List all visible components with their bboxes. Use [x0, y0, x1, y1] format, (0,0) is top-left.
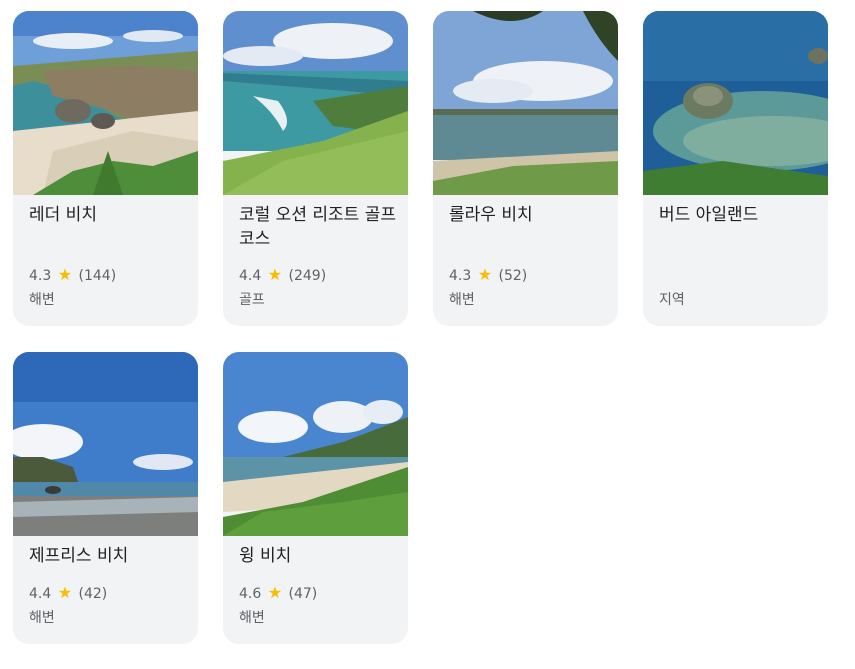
place-rating: 4.3 ★ (52): [449, 265, 527, 286]
place-photo: [13, 11, 198, 195]
place-card-lolau-beach[interactable]: 롤라우 비치 4.3 ★ (52) 해변: [433, 11, 618, 326]
place-photo: [223, 11, 408, 195]
star-icon: ★: [267, 265, 283, 284]
rating-value: 4.6: [239, 586, 262, 602]
place-photo: [223, 352, 408, 536]
review-count: (249): [288, 268, 327, 284]
place-rating: 4.6 ★ (47): [239, 583, 317, 604]
place-name: 롤라우 비치: [449, 205, 533, 225]
place-category: 해변: [239, 610, 265, 626]
place-name: 윙 비치: [239, 546, 292, 566]
place-name: 버드 아일랜드: [659, 205, 759, 225]
star-icon: ★: [57, 265, 73, 284]
place-name: 코럴 오션 리조트 골프 코스: [239, 205, 396, 249]
star-icon: ★: [477, 265, 493, 284]
place-rating: 4.3 ★ (144): [29, 265, 116, 286]
place-card-wing-beach[interactable]: 윙 비치 4.6 ★ (47) 해변: [223, 352, 408, 644]
review-count: (144): [78, 268, 117, 284]
review-count: (42): [78, 586, 108, 602]
place-category: 골프: [239, 292, 265, 308]
place-photo: [433, 11, 618, 195]
place-card-jeffreys-beach[interactable]: 제프리스 비치 4.4 ★ (42) 해변: [13, 352, 198, 644]
review-count: (52): [498, 268, 528, 284]
place-card-coral-ocean-golf[interactable]: 코럴 오션 리조트 골프 코스 4.4 ★ (249) 골프: [223, 11, 408, 326]
place-name: 레더 비치: [29, 205, 97, 225]
place-card-bird-island[interactable]: 버드 아일랜드 지역: [643, 11, 828, 326]
place-category: 해변: [449, 292, 475, 308]
place-photo: [13, 352, 198, 536]
place-category: 해변: [29, 610, 55, 626]
rating-value: 4.4: [29, 586, 52, 602]
place-category: 지역: [659, 292, 685, 308]
place-rating: 4.4 ★ (42): [29, 583, 107, 604]
rating-value: 4.3: [449, 268, 472, 284]
star-icon: ★: [57, 583, 73, 602]
place-card-ladder-beach[interactable]: 레더 비치 4.3 ★ (144) 해변: [13, 11, 198, 326]
rating-value: 4.3: [29, 268, 52, 284]
place-rating: 4.4 ★ (249): [239, 265, 326, 286]
place-category: 해변: [29, 292, 55, 308]
review-count: (47): [288, 586, 318, 602]
rating-value: 4.4: [239, 268, 262, 284]
star-icon: ★: [267, 583, 283, 602]
place-name: 제프리스 비치: [29, 546, 129, 566]
place-photo: [643, 11, 828, 195]
